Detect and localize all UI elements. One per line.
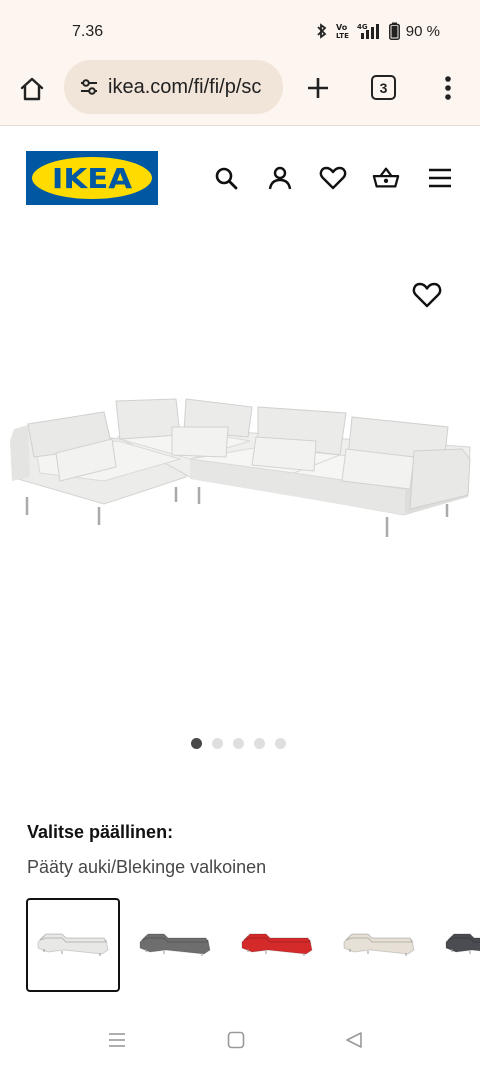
status-bar: 7.36 Vo LTE 4G 90 % xyxy=(0,0,480,56)
svg-text:Vo: Vo xyxy=(336,23,348,32)
status-time: 7.36 xyxy=(72,23,104,40)
product-image-corner-sofa xyxy=(10,398,471,537)
search-icon[interactable] xyxy=(212,164,240,192)
gallery-pagination xyxy=(191,738,286,749)
product-gallery[interactable] xyxy=(0,227,480,727)
system-nav-bar xyxy=(0,1011,480,1067)
gallery-dot[interactable] xyxy=(254,738,265,749)
cover-swatch[interactable] xyxy=(128,898,222,992)
status-icons: Vo LTE 4G 90 % xyxy=(315,22,440,40)
svg-text:LTE: LTE xyxy=(336,32,349,40)
battery-percent: 90 % xyxy=(405,22,440,40)
swatch-sofa-thumbnail xyxy=(37,933,109,956)
recents-icon[interactable] xyxy=(106,1029,128,1051)
bluetooth-icon xyxy=(315,22,329,40)
volte-icon: Vo LTE xyxy=(335,22,351,40)
new-tab-plus-icon[interactable] xyxy=(301,71,335,105)
tab-count: 3 xyxy=(379,79,388,96)
logo-text: IKEA xyxy=(51,161,133,195)
battery-icon xyxy=(388,22,400,40)
menu-icon[interactable] xyxy=(426,164,454,192)
gallery-dot[interactable] xyxy=(191,738,202,749)
cover-swatches xyxy=(26,898,480,993)
basket-icon[interactable] xyxy=(372,164,400,192)
home-icon[interactable] xyxy=(16,73,48,105)
swatch-sofa-thumbnail xyxy=(445,933,480,954)
account-icon[interactable] xyxy=(266,164,294,192)
cover-selected-value: Pääty auki/Blekinge valkoinen xyxy=(27,857,267,877)
tab-switcher-button[interactable]: 3 xyxy=(371,75,396,100)
page: 7.36 Vo LTE 4G 90 % ikea.com/fi/fi/p/sc … xyxy=(0,0,480,1067)
more-vert-icon[interactable] xyxy=(436,71,460,105)
ikea-logo[interactable]: IKEA xyxy=(26,151,158,205)
site-header: IKEA xyxy=(0,127,480,227)
cover-swatch[interactable] xyxy=(230,898,324,992)
svg-text:4G: 4G xyxy=(357,23,368,31)
heart-icon[interactable] xyxy=(319,164,347,192)
swatch-sofa-thumbnail xyxy=(139,933,211,956)
home-square-icon[interactable] xyxy=(225,1029,247,1051)
cover-swatch[interactable] xyxy=(26,898,120,992)
cover-swatch[interactable] xyxy=(434,898,480,992)
favourite-heart-icon[interactable] xyxy=(412,281,442,311)
site-settings-icon[interactable] xyxy=(78,76,100,98)
back-triangle-icon[interactable] xyxy=(343,1029,365,1051)
gallery-dot[interactable] xyxy=(233,738,244,749)
swatch-sofa-thumbnail xyxy=(241,933,313,956)
gallery-dot[interactable] xyxy=(275,738,286,749)
signal-4g-icon: 4G xyxy=(357,22,383,40)
gallery-dot[interactable] xyxy=(212,738,223,749)
url-text[interactable]: ikea.com/fi/fi/p/sc xyxy=(108,76,261,99)
swatch-sofa-thumbnail xyxy=(343,933,415,956)
browser-toolbar: ikea.com/fi/fi/p/sc 3 xyxy=(0,56,480,126)
cover-heading: Valitse päällinen: xyxy=(27,822,174,842)
address-bar[interactable]: ikea.com/fi/fi/p/sc xyxy=(64,60,283,114)
cover-swatch[interactable] xyxy=(332,898,426,992)
